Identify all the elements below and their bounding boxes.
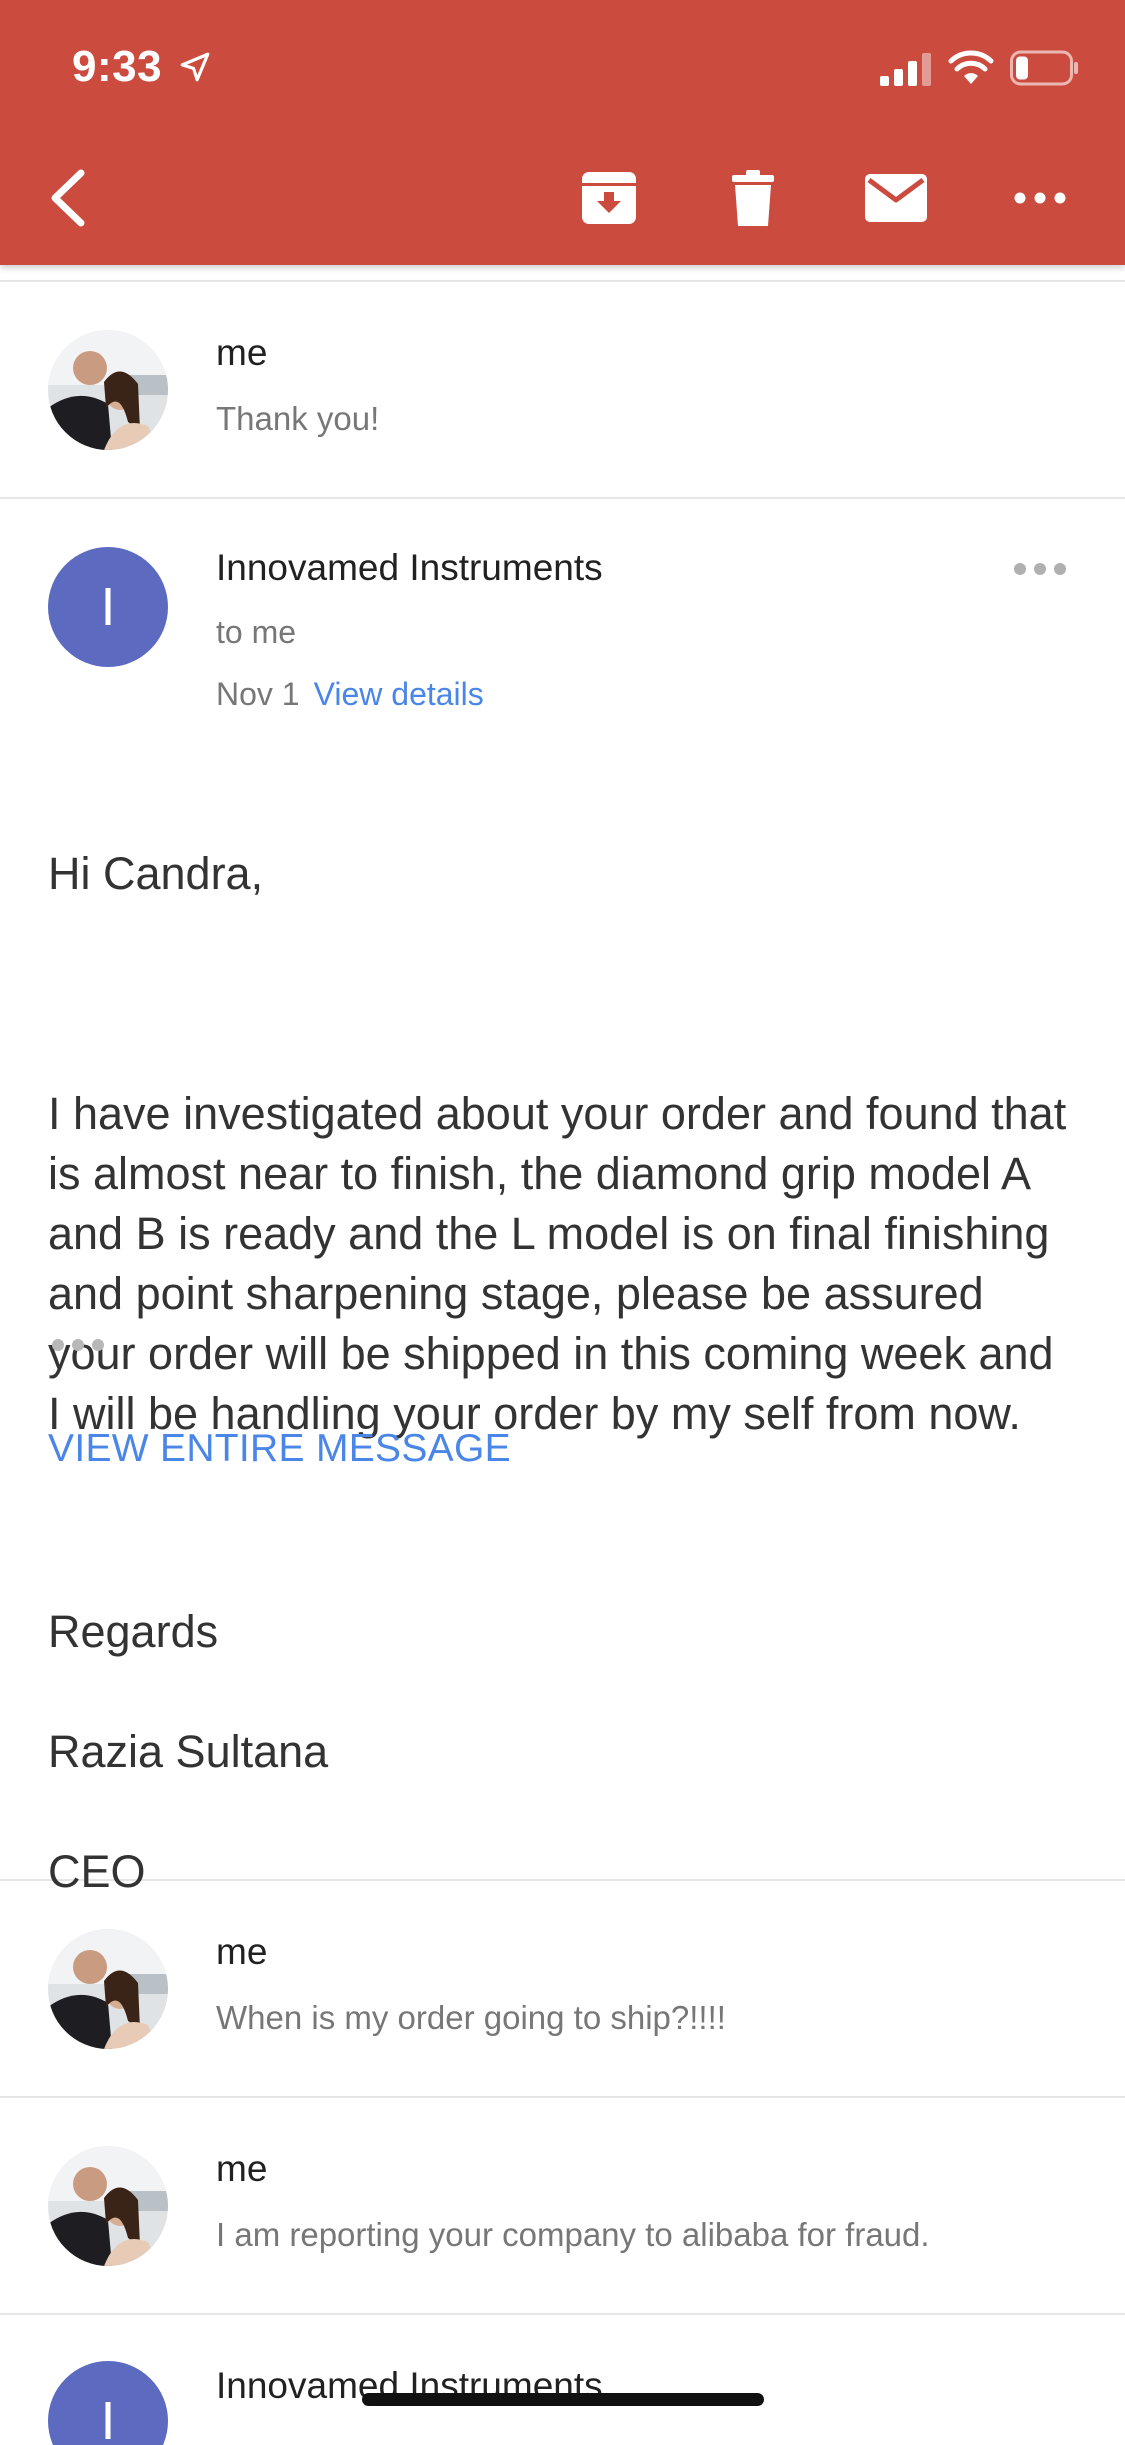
view-entire-message-link[interactable]: VIEW ENTIRE MESSAGE [48,1427,511,1471]
message-row[interactable]: I Innovamed Instruments [0,2315,1125,2445]
back-arrow-icon [51,169,85,227]
message-sender: me [216,332,268,373]
battery-icon [1010,50,1078,86]
more-horizontal-icon [1014,192,1066,204]
closing: Regards [48,1606,219,1657]
app-bar: 9:33 [0,0,1125,265]
message-body: Hi Candra, I have investigated about you… [48,784,1078,1962]
message-row[interactable]: me Thank you! [0,280,1125,499]
location-arrow-icon [180,52,210,82]
cellular-signal-icon [880,53,931,86]
sender-avatar: I [48,547,168,667]
expanded-message: I Innovamed Instruments to me Nov 1 View … [0,499,1125,1897]
delete-button[interactable] [715,160,791,236]
more-options-button[interactable] [1002,160,1078,236]
recipient-line: to me [216,614,297,650]
message-sender: me [216,2148,268,2189]
message-sender: Innovamed Instruments [216,547,603,588]
back-button[interactable] [30,160,106,236]
view-details-link[interactable]: View details [314,676,484,712]
avatar [48,330,168,450]
trash-icon [732,170,774,226]
message-row[interactable]: me When is my order going to ship?!!!! [0,1881,1125,2098]
body-paragraph: I have investigated about your order and… [48,1088,1067,1439]
status-time: 9:33 [72,42,163,91]
home-indicator[interactable] [362,2393,764,2406]
message-date-line: Nov 1 View details [216,676,484,713]
message-snippet: I am reporting your company to alibaba f… [216,2216,930,2253]
avatar [48,2146,168,2266]
sender-avatar: I [48,2361,168,2445]
show-trimmed-content-icon[interactable] [50,1334,106,1356]
mail-icon [865,174,927,222]
signature-name: Razia Sultana [48,1726,329,1777]
message-thread: me Thank you! I Innovamed Instruments to… [0,280,1125,2445]
greeting: Hi Candra, [48,848,264,899]
archive-icon [582,172,636,224]
archive-button[interactable] [571,160,647,236]
message-snippet: When is my order going to ship?!!!! [216,1999,726,2036]
message-more-icon[interactable] [1010,554,1070,584]
message-snippet: Thank you! [216,400,380,437]
message-row[interactable]: me I am reporting your company to alibab… [0,2098,1125,2315]
wifi-icon [948,50,994,84]
mark-unread-button[interactable] [858,160,934,236]
avatar [48,1929,168,2049]
message-date: Nov 1 [216,676,300,712]
message-sender: me [216,1931,268,1972]
